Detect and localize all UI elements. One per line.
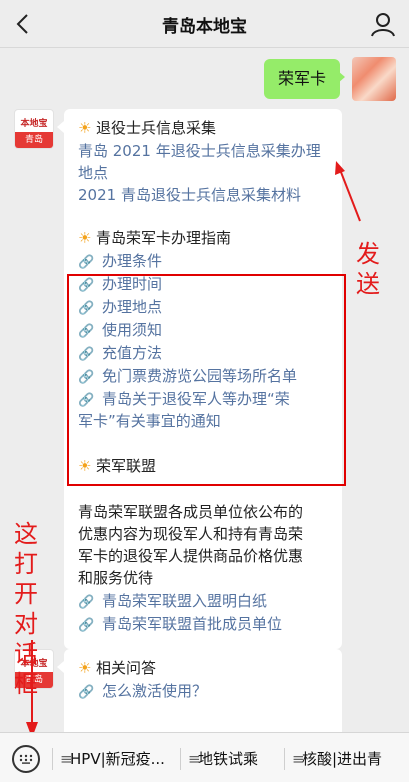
menu-item-hpv[interactable]: ≡HPV|新冠疫...	[60, 748, 165, 769]
keyboard-dots-icon	[19, 754, 33, 764]
section-title-card-guide: ☀ 青岛荣军卡办理指南	[78, 229, 232, 247]
link-veteran-location[interactable]: 青岛 2021 年退役士兵信息采集办理	[78, 140, 321, 162]
bubble-tail	[57, 121, 64, 133]
user-profile-icon[interactable]	[369, 10, 397, 38]
alliance-desc-1: 青岛荣军联盟各成员单位依公布的	[78, 503, 304, 521]
link-veteran-location-cont[interactable]: 地点	[78, 162, 108, 184]
highlight-box	[67, 274, 346, 486]
alliance-desc-4: 和服务优待	[78, 569, 154, 587]
link-activate[interactable]: 🔗 怎么激活使用？	[78, 680, 207, 704]
sun-icon: ☀	[78, 659, 92, 677]
menu-icon: ≡	[292, 750, 305, 768]
menu-separator	[180, 748, 181, 770]
logo-text: 本地宝	[20, 118, 48, 129]
menu-separator	[52, 748, 53, 770]
section-title-faq: ☀ 相关问答	[78, 659, 157, 677]
bottom-menu-bar: ≡HPV|新冠疫... ≡地铁试乘 ≡核酸|进出青	[0, 732, 409, 782]
link-conditions[interactable]: 🔗 办理条件	[78, 250, 162, 274]
chat-header: 青岛本地宝	[0, 0, 409, 48]
sent-bubble-tail	[338, 71, 345, 83]
sun-icon: ☀	[78, 119, 92, 137]
menu-icon: ≡	[188, 750, 201, 768]
link-icon: 🔗	[78, 255, 95, 270]
page-title: 青岛本地宝	[162, 17, 247, 37]
reply-bubble-2: ☀ 相关问答 🔗 怎么激活使用？	[64, 649, 342, 732]
logo-city: 青岛	[15, 132, 53, 148]
sent-message-bubble[interactable]: 荣军卡	[264, 59, 340, 99]
link-icon: 🔗	[78, 618, 95, 633]
menu-item-nucleic[interactable]: ≡核酸|进出青	[292, 748, 382, 769]
open-annotation-arrow	[26, 640, 38, 738]
alliance-desc-2: 优惠内容为现役军人和持有青岛荣	[78, 525, 304, 543]
alliance-desc-3: 军卡的退役军人提供商品价格优惠	[78, 547, 304, 565]
link-icon: 🔗	[78, 595, 95, 610]
link-alliance-guide[interactable]: 🔗 青岛荣军联盟入盟明白纸	[78, 590, 267, 614]
bubble-tail	[57, 661, 64, 673]
my-avatar[interactable]	[352, 57, 396, 101]
keyboard-toggle-icon[interactable]	[12, 745, 40, 773]
link-alliance-members[interactable]: 🔗 青岛荣军联盟首批成员单位	[78, 613, 282, 637]
menu-item-metro[interactable]: ≡地铁试乘	[188, 748, 258, 769]
chat-area[interactable]: 荣军卡 本地宝 青岛 ☀ 退役士兵信息采集 青岛 2021 年退役士兵信息采集办理…	[0, 49, 409, 732]
menu-separator	[284, 748, 285, 770]
link-icon: 🔗	[78, 685, 95, 700]
section-title-veteran-info: ☀ 退役士兵信息采集	[78, 119, 217, 137]
bot-avatar[interactable]: 本地宝 青岛	[14, 109, 54, 149]
sun-icon: ☀	[78, 229, 92, 247]
menu-icon: ≡	[60, 750, 73, 768]
link-veteran-materials[interactable]: 2021 青岛退役士兵信息采集材料	[78, 184, 301, 206]
send-annotation-arrow	[335, 161, 361, 222]
send-annotation: 发送	[356, 240, 380, 298]
